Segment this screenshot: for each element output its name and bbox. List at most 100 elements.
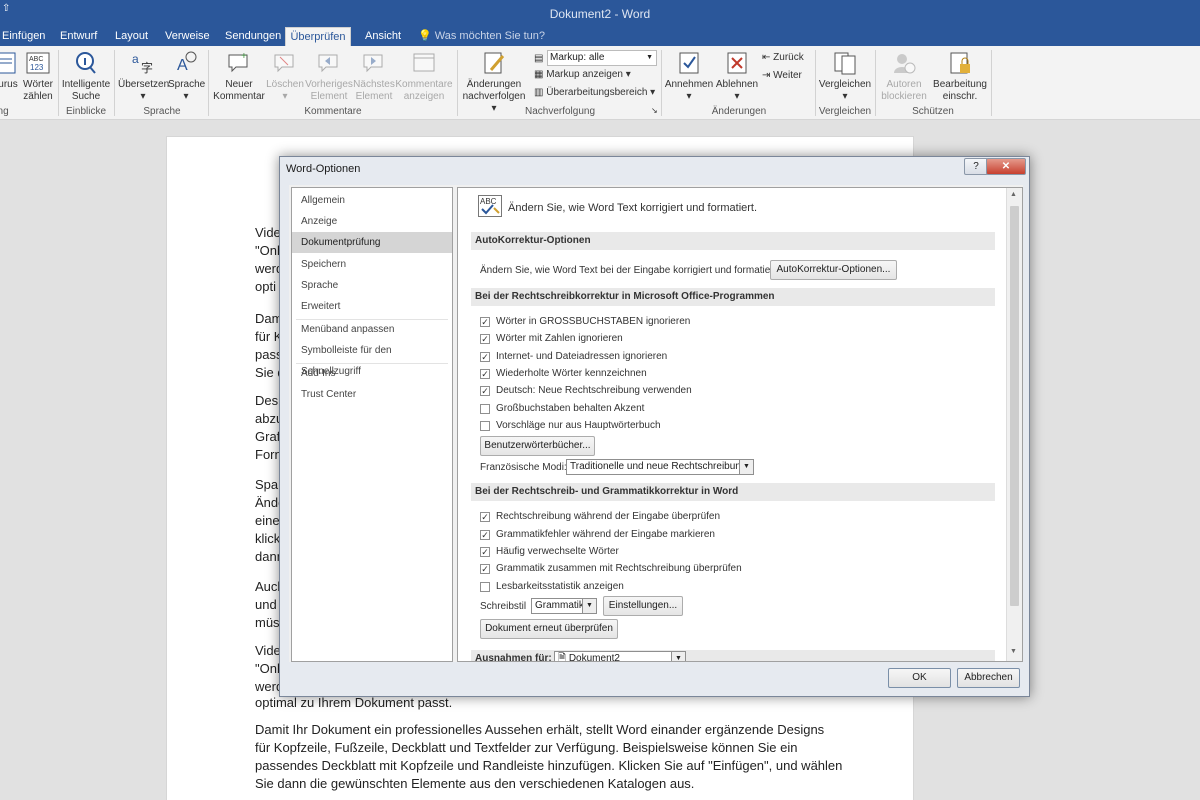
vertical-scrollbar[interactable]: ▲ ▼ xyxy=(1006,188,1022,661)
markup-select[interactable]: Markup: alle ▼ xyxy=(547,50,657,66)
nav-item-menueband[interactable]: Menüband anpassen xyxy=(292,319,452,340)
doc-line-fragment: "Onl xyxy=(255,243,280,258)
checkbox[interactable]: ✓ xyxy=(480,512,490,522)
close-button[interactable]: ✕ xyxy=(986,158,1026,175)
ribbon-tabs: Einfügen Entwurf Layout Verweise Sendung… xyxy=(0,27,1200,46)
accept-button[interactable]: Annehmen ▾ xyxy=(664,50,714,103)
checkbox[interactable]: ✓ xyxy=(480,547,490,557)
tab-ansicht[interactable]: Ansicht xyxy=(363,27,403,46)
smart-lookup-icon xyxy=(76,52,96,74)
translate-icon: a字 xyxy=(132,52,153,75)
french-modes-select[interactable]: Traditionelle und neue Rechtschreibung ▼ xyxy=(566,459,754,475)
cancel-button[interactable]: Abbrechen xyxy=(957,668,1020,688)
help-button[interactable]: ? xyxy=(964,158,988,175)
language-button[interactable]: A Sprache ▾ xyxy=(168,50,205,103)
next-change-button[interactable]: ⇥ Weiter xyxy=(762,70,802,81)
scrollbar-thumb[interactable] xyxy=(1010,206,1019,606)
checkbox[interactable]: ✓ xyxy=(480,352,490,362)
nav-item-speichern[interactable]: Speichern xyxy=(292,254,452,275)
chevron-down-icon: ▼ xyxy=(739,460,753,474)
reject-icon xyxy=(727,52,747,74)
nav-item-anzeige[interactable]: Anzeige xyxy=(292,211,452,232)
checkbox-label: Internet- und Dateiadressen ignorieren xyxy=(496,351,668,362)
exceptions-select[interactable]: 🗎 Dokument2 ▼ xyxy=(554,651,686,662)
doc-line-fragment: eine xyxy=(255,513,280,528)
scroll-down-icon[interactable]: ▼ xyxy=(1010,648,1017,655)
intro-text: Ändern Sie, wie Word Text korrigiert und… xyxy=(508,202,758,214)
accept-icon xyxy=(679,52,699,74)
title-bar: ⇧ Dokument2 - Word xyxy=(0,0,1200,27)
checkbox[interactable]: ✓ xyxy=(480,317,490,327)
reject-button[interactable]: Ablehnen ▾ xyxy=(714,50,760,103)
checkbox-label: Wörter mit Zahlen ignorieren xyxy=(496,333,623,344)
svg-text:字: 字 xyxy=(141,60,153,75)
scroll-up-icon[interactable]: ▲ xyxy=(1010,191,1017,198)
options-nav: Allgemein Anzeige Dokumentprüfung Speich… xyxy=(291,187,453,662)
chevron-down-icon: ▼ xyxy=(582,599,596,613)
nav-item-allgemein[interactable]: Allgemein xyxy=(292,190,452,211)
next-comment-button[interactable]: Nächstes Element xyxy=(352,50,396,103)
delete-comment-button[interactable]: Löschen ▾ xyxy=(266,50,304,103)
smart-lookup-button[interactable]: Intelligente Suche xyxy=(60,50,112,103)
tell-me-search[interactable]: 💡 Was möchten Sie tun? xyxy=(418,27,545,46)
compare-button[interactable]: Vergleichen ▾ xyxy=(818,50,872,103)
tab-entwurf[interactable]: Entwurf xyxy=(58,27,99,46)
checkbox[interactable]: ✓ xyxy=(480,530,490,540)
show-comments-icon xyxy=(413,53,435,72)
tab-ueberpruefen[interactable]: Überprüfen xyxy=(285,27,351,46)
doc-line: passendes Deckblatt mit Kopfzeile und Ra… xyxy=(255,758,843,773)
lock-document-icon xyxy=(950,52,970,74)
checkbox[interactable] xyxy=(480,421,490,431)
autocorrect-text: Ändern Sie, wie Word Text bei der Eingab… xyxy=(480,265,780,276)
tab-einfuegen[interactable]: Einfügen xyxy=(0,27,47,46)
checkbox[interactable]: ✓ xyxy=(480,386,490,396)
checkbox[interactable]: ✓ xyxy=(480,564,490,574)
reviewing-pane-icon: ▥ xyxy=(534,87,547,98)
nav-item-schnellzugriff[interactable]: Symbolleiste für den Schnellzugriff xyxy=(292,340,452,377)
doc-line-fragment: Forn xyxy=(255,447,282,462)
tab-layout[interactable]: Layout xyxy=(113,27,150,46)
nav-item-dokumentpruefung[interactable]: Dokumentprüfung xyxy=(292,232,452,253)
thesaurus-button[interactable]: urus xyxy=(0,50,22,91)
previous-change-button[interactable]: ⇤ Zurück xyxy=(762,52,804,63)
nav-item-sprache[interactable]: Sprache xyxy=(292,275,452,296)
recheck-document-button[interactable]: Dokument erneut überprüfen xyxy=(480,619,618,639)
doc-line-fragment: müs xyxy=(255,615,280,630)
show-comments-button[interactable]: Kommentare anzeigen xyxy=(394,50,454,103)
svg-text:ABC: ABC xyxy=(480,197,497,206)
checkbox-label: Grammatikfehler während der Eingabe mark… xyxy=(496,529,715,540)
doc-line-fragment: Graf xyxy=(255,429,281,444)
checkbox[interactable] xyxy=(480,582,490,592)
nav-item-addins[interactable]: Add-Ins xyxy=(292,363,452,384)
chevron-down-icon: ▼ xyxy=(671,652,685,661)
document-icon: 🗎 xyxy=(558,653,569,662)
custom-dictionaries-button[interactable]: Benutzerwörterbücher... xyxy=(480,436,595,456)
reviewing-pane-button[interactable]: ▥ Überarbeitungsbereich ▾ xyxy=(534,87,655,98)
settings-button[interactable]: Einstellungen... xyxy=(603,596,683,616)
autocorrect-options-button[interactable]: AutoKorrektur-Optionen... xyxy=(770,260,897,280)
checkbox[interactable]: ✓ xyxy=(480,334,490,344)
tab-sendungen[interactable]: Sendungen xyxy=(223,27,283,46)
group-aenderungen: Änderungen xyxy=(711,106,767,117)
checkbox[interactable] xyxy=(480,404,490,414)
dialog-launcher-icon[interactable]: ↘ xyxy=(651,106,658,115)
new-comment-button[interactable]: + Neuer Kommentar xyxy=(210,50,268,103)
dialog-body: Allgemein Anzeige Dokumentprüfung Speich… xyxy=(289,185,1023,662)
ok-button[interactable]: OK xyxy=(888,668,951,688)
block-authors-icon xyxy=(894,54,916,74)
restrict-editing-button[interactable]: Bearbeitung einschr. xyxy=(931,50,989,103)
nav-item-trust-center[interactable]: Trust Center xyxy=(292,384,452,405)
nav-item-erweitert[interactable]: Erweitert xyxy=(292,296,452,317)
writing-style-select[interactable]: Grammatik ▼ xyxy=(531,598,597,614)
translate-button[interactable]: a字 Übersetzen ▾ xyxy=(118,50,169,103)
group-truncated: ing xyxy=(0,106,9,117)
word-count-button[interactable]: ABC 123 Wörter zählen xyxy=(22,50,54,103)
block-authors-button[interactable]: Autoren blockieren xyxy=(877,50,931,103)
separator xyxy=(457,50,458,116)
previous-comment-button[interactable]: Vorheriges Element xyxy=(304,50,354,103)
group-einblicke: Einblicke xyxy=(65,106,107,117)
checkbox[interactable]: ✓ xyxy=(480,369,490,379)
show-markup-button[interactable]: ▦ Markup anzeigen ▾ xyxy=(534,69,631,80)
separator xyxy=(875,50,876,116)
tab-verweise[interactable]: Verweise xyxy=(163,27,212,46)
